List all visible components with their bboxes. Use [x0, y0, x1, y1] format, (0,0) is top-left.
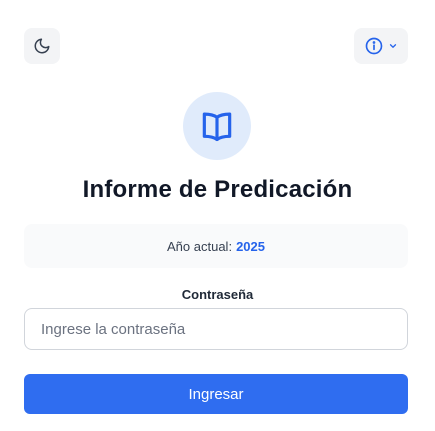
open-book-icon — [198, 107, 236, 145]
login-page: Informe de Predicación Año actual: 2025 … — [0, 0, 435, 431]
current-year-box: Año actual: 2025 — [24, 224, 408, 268]
moon-icon — [33, 37, 51, 55]
year-label: Año actual: — [167, 238, 233, 254]
year-value: 2025 — [236, 238, 265, 254]
info-icon — [364, 36, 384, 56]
info-menu-button[interactable] — [354, 28, 408, 64]
password-label: Contraseña — [181, 287, 254, 302]
chevron-down-icon — [388, 41, 398, 51]
logo — [183, 92, 251, 160]
page-title: Informe de Predicación — [82, 176, 353, 203]
password-input[interactable] — [24, 308, 408, 350]
login-button[interactable]: Ingresar — [24, 374, 408, 414]
theme-toggle-button[interactable] — [24, 28, 60, 64]
